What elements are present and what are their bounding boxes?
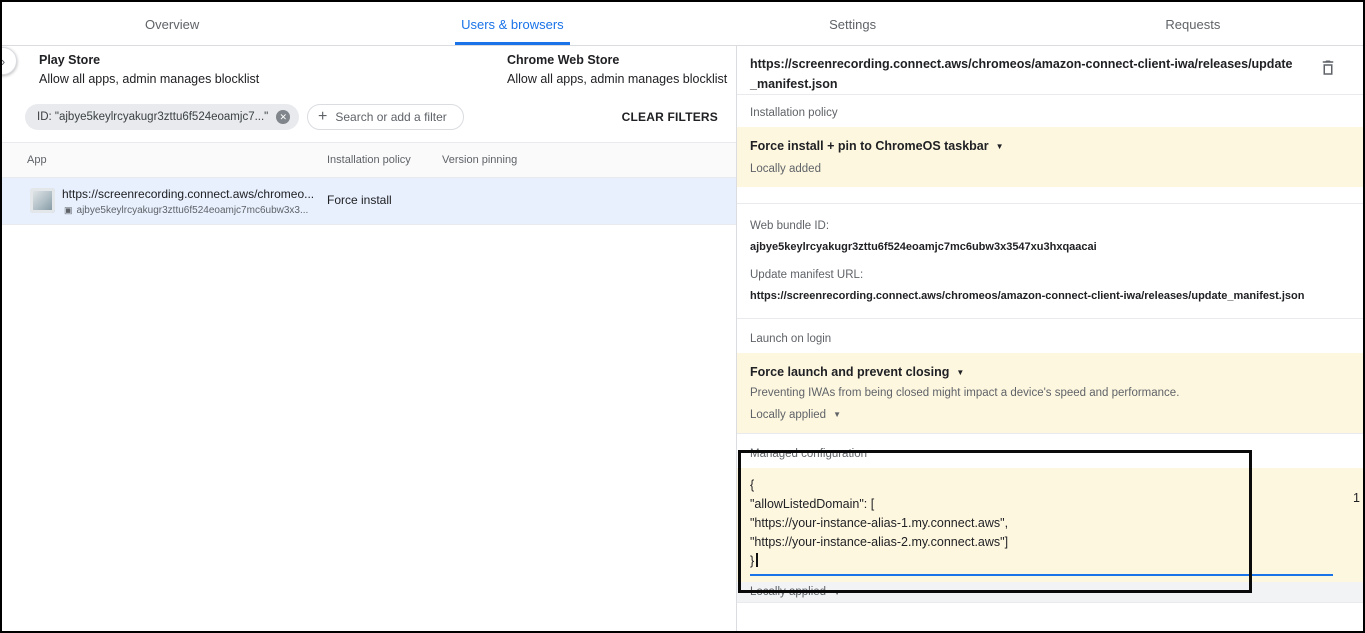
textfield-focus-underline: [750, 574, 1333, 576]
config-json-line: "allowListedDomain": [: [750, 495, 1350, 514]
column-header-installation-policy: Installation policy: [327, 154, 411, 166]
chrome-web-store-title: Chrome Web Store: [507, 53, 727, 67]
active-filter-chip-label: ID: "ajbye5keylrcyakugr3zttu6f524eoamjc7…: [37, 111, 268, 123]
installation-policy-status: Locally added: [750, 163, 1350, 175]
managed-configuration-status-dropdown[interactable]: Locally applied ▼: [737, 582, 1363, 602]
launch-on-login-card: Force launch and prevent closing ▼ Preven…: [737, 353, 1363, 433]
config-json-line: "https://your-instance-alias-1.my.connec…: [750, 514, 1350, 533]
web-bundle-id-label: Web bundle ID:: [750, 220, 1350, 232]
tab-overview-label: Overview: [139, 4, 205, 45]
update-manifest-field: Update manifest URL: https://screenrecor…: [750, 269, 1350, 302]
chevron-down-icon: ▼: [833, 410, 841, 419]
chevron-down-icon: ▼: [833, 588, 841, 597]
trash-icon: [1319, 58, 1337, 78]
installation-policy-value: Force install + pin to ChromeOS taskbar: [750, 139, 989, 153]
installation-policy-section-label: Installation policy: [750, 107, 1363, 119]
chevron-down-icon: ▼: [996, 142, 1004, 151]
app-icon: [30, 188, 55, 213]
config-json-line-text: }: [750, 554, 754, 568]
update-manifest-value: https://screenrecording.connect.aws/chro…: [750, 290, 1350, 302]
tab-requests[interactable]: Requests: [1023, 2, 1363, 45]
app-row-id: ajbye5keylrcyakugr3zttu6f524eoamjc7mc6ub…: [77, 205, 309, 216]
divider: [737, 433, 1363, 434]
chevron-right-icon: ›: [1, 54, 5, 69]
spacer: [737, 187, 1363, 203]
managed-configuration-section-label: Managed configuration: [750, 448, 1363, 460]
detail-title: https://screenrecording.connect.aws/chro…: [750, 54, 1293, 94]
clipped-edge-text: 1: [1353, 491, 1360, 505]
app-row-url: https://screenrecording.connect.aws/chro…: [62, 187, 314, 201]
chrome-web-store-subtitle: Allow all apps, admin manages blocklist: [507, 72, 727, 86]
tab-settings[interactable]: Settings: [683, 2, 1023, 45]
main-content: Play Store Allow all apps, admin manages…: [2, 46, 1363, 633]
column-header-version-pinning: Version pinning: [442, 154, 517, 166]
table-row[interactable]: https://screenrecording.connect.aws/chro…: [2, 178, 736, 225]
managed-configuration-editor[interactable]: { "allowListedDomain": [ "https://your-i…: [737, 468, 1363, 582]
tab-users-and-browsers[interactable]: Users & browsers: [342, 2, 682, 45]
play-store-subtitle: Allow all apps, admin manages blocklist: [39, 72, 259, 86]
launch-on-login-status-dropdown[interactable]: Locally applied ▼: [750, 409, 1350, 421]
installation-policy-card: Force install + pin to ChromeOS taskbar ▼…: [737, 127, 1363, 187]
launch-on-login-section-label: Launch on login: [750, 333, 1363, 345]
delete-app-button[interactable]: [1319, 58, 1337, 78]
app-row-id-line: ▣ ajbye5keylrcyakugr3zttu6f524eoamjc7mc6…: [64, 205, 308, 216]
app-list-panel: Play Store Allow all apps, admin manages…: [2, 46, 737, 633]
spacer: [737, 302, 1363, 318]
managed-configuration-status: Locally applied: [750, 586, 826, 598]
divider: [737, 94, 1363, 95]
config-json-line: "https://your-instance-alias-2.my.connec…: [750, 533, 1350, 552]
app-detail-panel: https://screenrecording.connect.aws/chro…: [737, 46, 1363, 633]
config-json-line: }: [750, 552, 1350, 571]
divider: [737, 203, 1363, 204]
launch-on-login-value: Force launch and prevent closing: [750, 365, 949, 379]
web-bundle-id-value: ajbye5keylrcyakugr3zttu6f524eoamjc7mc6ub…: [750, 241, 1350, 253]
chrome-web-store-policy: Chrome Web Store Allow all apps, admin m…: [507, 53, 727, 86]
launch-on-login-warning: Preventing IWAs from being closed might …: [750, 387, 1350, 399]
tab-requests-label: Requests: [1159, 4, 1226, 45]
installation-policy-dropdown[interactable]: Force install + pin to ChromeOS taskbar ▼: [750, 139, 1350, 153]
app-row-installation-policy: Force install: [327, 193, 392, 207]
tab-settings-label: Settings: [823, 4, 882, 45]
config-json-line: {: [750, 476, 1350, 495]
remove-filter-icon[interactable]: ✕: [276, 110, 290, 124]
active-filter-chip[interactable]: ID: "ajbye5keylrcyakugr3zttu6f524eoamjc7…: [25, 104, 299, 130]
chevron-down-icon: ▼: [956, 368, 964, 377]
column-header-app: App: [27, 154, 47, 166]
clear-filters-button[interactable]: CLEAR FILTERS: [622, 110, 718, 124]
play-store-policy: Play Store Allow all apps, admin manages…: [39, 53, 259, 86]
tab-users-and-browsers-label: Users & browsers: [455, 4, 570, 45]
launch-on-login-dropdown[interactable]: Force launch and prevent closing ▼: [750, 365, 1350, 379]
web-app-icon: ▣: [64, 206, 73, 215]
launch-on-login-status: Locally applied: [750, 409, 826, 421]
plus-icon: +: [318, 109, 327, 125]
detail-header: https://screenrecording.connect.aws/chro…: [737, 46, 1363, 94]
divider: [737, 318, 1363, 319]
web-bundle-id-field: Web bundle ID: ajbye5keylrcyakugr3zttu6f…: [750, 220, 1350, 253]
update-manifest-label: Update manifest URL:: [750, 269, 1350, 281]
chrome-apps-admin-page: Overview Users & browsers Settings Reque…: [0, 0, 1365, 633]
play-store-title: Play Store: [39, 53, 259, 67]
add-filter-label: Search or add a filter: [335, 110, 446, 124]
tab-overview[interactable]: Overview: [2, 2, 342, 45]
divider: [737, 602, 1363, 603]
tab-bar: Overview Users & browsers Settings Reque…: [2, 2, 1363, 46]
text-cursor: [756, 553, 758, 567]
app-table-header: App Installation policy Version pinning: [2, 142, 736, 178]
add-filter-button[interactable]: + Search or add a filter: [307, 104, 464, 130]
filter-bar: ID: "ajbye5keylrcyakugr3zttu6f524eoamjc7…: [2, 94, 736, 142]
